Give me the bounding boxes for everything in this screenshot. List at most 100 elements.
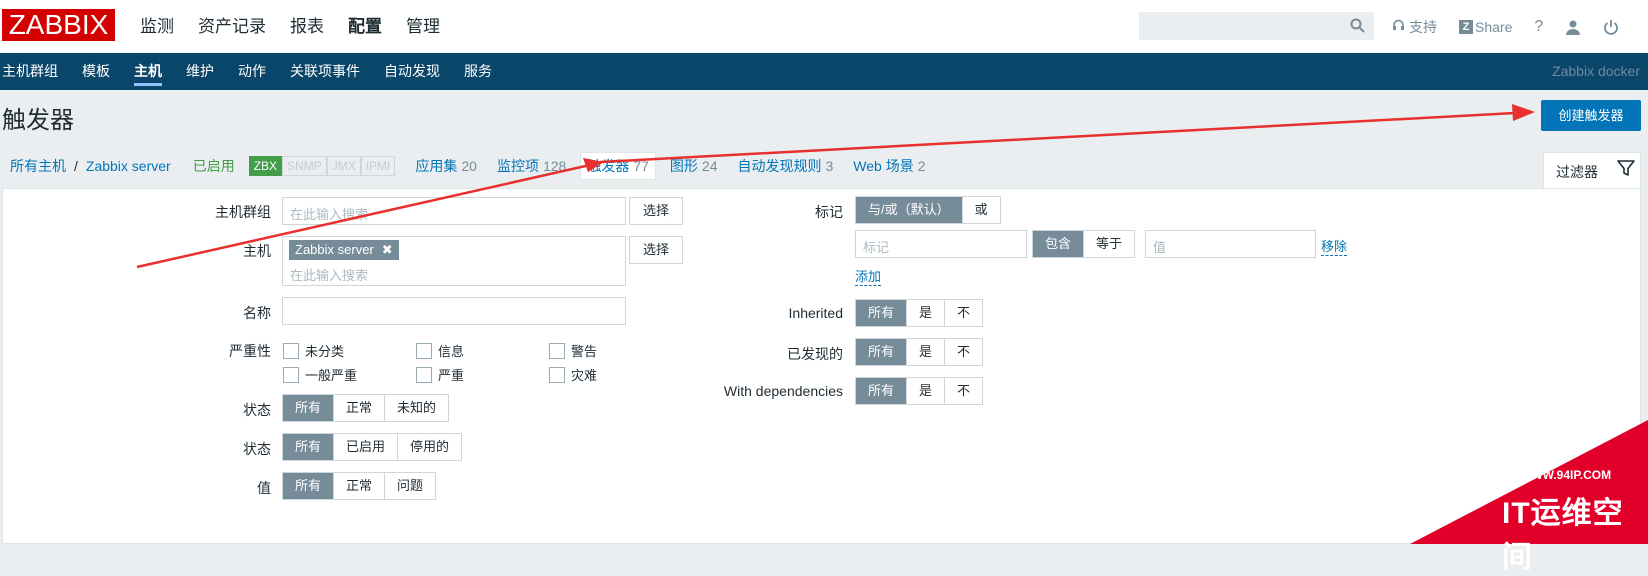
nav-applications[interactable]: 应用集 20 bbox=[415, 156, 477, 176]
host-group-label: 主机群组 bbox=[215, 204, 271, 220]
status-option-enabled[interactable]: 已启用 bbox=[334, 434, 399, 460]
discovered-option-all[interactable]: 所有 bbox=[856, 339, 908, 365]
severity-warning[interactable]: 警告 bbox=[549, 341, 597, 360]
severity-not-classified[interactable]: 未分类 bbox=[283, 341, 344, 360]
nav-discovery-rules-label: 自动发现规则 bbox=[737, 158, 822, 174]
nav-triggers[interactable]: 触发器 77 bbox=[580, 152, 656, 180]
menu-administration[interactable]: 管理 bbox=[406, 0, 440, 53]
severity-disaster[interactable]: 灾难 bbox=[549, 365, 597, 384]
discovered-option-no[interactable]: 不 bbox=[945, 339, 982, 365]
tag-add-link[interactable]: 添加 bbox=[855, 266, 882, 286]
checkbox-icon[interactable] bbox=[416, 342, 432, 359]
submenu-services[interactable]: 服务 bbox=[464, 53, 492, 90]
nav-items[interactable]: 监控项 128 bbox=[497, 156, 566, 176]
support-link[interactable]: 支持 bbox=[1392, 17, 1437, 37]
tag-name-placeholder: 标记 bbox=[863, 240, 890, 255]
checkbox-icon[interactable] bbox=[283, 366, 299, 383]
top-header: ZABBIX 监测 资产记录 报表 配置 管理 支持 Z Share ? bbox=[0, 0, 1648, 53]
submenu-discovery[interactable]: 自动发现 bbox=[384, 53, 440, 90]
nav-graphs[interactable]: 图形 24 bbox=[670, 156, 718, 176]
submenu-templates[interactable]: 模板 bbox=[82, 53, 110, 90]
nav-triggers-count: 77 bbox=[633, 158, 649, 174]
dependencies-option-all[interactable]: 所有 bbox=[856, 378, 908, 404]
severity-information[interactable]: 信息 bbox=[416, 341, 464, 360]
severity-average[interactable]: 一般严重 bbox=[283, 365, 357, 384]
status-radio-group: 所有 已启用 停用的 bbox=[282, 433, 463, 461]
share-link[interactable]: Z Share bbox=[1459, 19, 1512, 35]
inherited-option-yes[interactable]: 是 bbox=[907, 300, 946, 326]
menu-inventory[interactable]: 资产记录 bbox=[198, 0, 266, 53]
create-trigger-button[interactable]: 创建触发器 bbox=[1541, 100, 1641, 131]
nav-triggers-label: 触发器 bbox=[587, 158, 630, 174]
status-option-disabled[interactable]: 停用的 bbox=[398, 434, 461, 460]
menu-configuration[interactable]: 配置 bbox=[348, 0, 382, 53]
severity-information-label: 信息 bbox=[438, 344, 465, 359]
value-option-all[interactable]: 所有 bbox=[283, 473, 335, 499]
host-select-button[interactable]: 选择 bbox=[629, 236, 683, 264]
selected-host-chip: Zabbix server ✖ bbox=[289, 240, 399, 260]
state-radio-group: 所有 正常 未知的 bbox=[282, 394, 450, 422]
tags-eval-and-or[interactable]: 与/或（默认） bbox=[856, 197, 963, 223]
inherited-option-all[interactable]: 所有 bbox=[856, 300, 908, 326]
breadcrumb-all-hosts[interactable]: 所有主机 bbox=[10, 156, 66, 176]
jmx-badge: JMX bbox=[326, 156, 361, 176]
zabbix-logo[interactable]: ZABBIX bbox=[2, 9, 115, 41]
watermark-text: IT运维空间 bbox=[1502, 497, 1624, 574]
value-option-ok[interactable]: 正常 bbox=[334, 473, 386, 499]
menu-monitoring[interactable]: 监测 bbox=[140, 0, 174, 53]
submenu-hosts[interactable]: 主机 bbox=[134, 53, 162, 90]
dependencies-option-yes[interactable]: 是 bbox=[907, 378, 946, 404]
tag-op-contains[interactable]: 包含 bbox=[1033, 231, 1085, 257]
tag-remove-link[interactable]: 移除 bbox=[1321, 236, 1348, 256]
nav-web-scenarios[interactable]: Web 场景 2 bbox=[853, 156, 925, 176]
checkbox-icon[interactable] bbox=[283, 342, 299, 359]
global-search-input[interactable] bbox=[1139, 12, 1374, 40]
severity-average-label: 一般严重 bbox=[305, 368, 358, 383]
remove-chip-icon[interactable]: ✖ bbox=[382, 240, 393, 260]
help-link[interactable]: ? bbox=[1534, 18, 1543, 36]
host-status[interactable]: 已启用 bbox=[193, 156, 235, 176]
tags-eval-or[interactable]: 或 bbox=[963, 197, 1000, 223]
tag-op-equals[interactable]: 等于 bbox=[1084, 231, 1134, 257]
inherited-option-no[interactable]: 不 bbox=[945, 300, 982, 326]
checkbox-icon[interactable] bbox=[416, 366, 432, 383]
nav-items-label: 监控项 bbox=[496, 158, 539, 174]
tag-value-input[interactable]: 值 bbox=[1145, 230, 1316, 258]
state-option-all[interactable]: 所有 bbox=[283, 395, 335, 421]
availability-badges: ZBX SNMP JMX IPMI bbox=[248, 156, 396, 176]
host-group-select-button[interactable]: 选择 bbox=[629, 197, 683, 225]
user-profile-icon[interactable] bbox=[1565, 19, 1581, 35]
filter-tab-label: 过滤器 bbox=[1556, 164, 1598, 180]
tags-eval-radio-group: 与/或（默认） 或 bbox=[855, 196, 1001, 224]
arrow-head-icon bbox=[1512, 104, 1535, 121]
submenu-host-groups[interactable]: 主机群组 bbox=[2, 53, 58, 90]
sign-out-icon[interactable] bbox=[1603, 19, 1619, 35]
submenu-event-correlation[interactable]: 关联项事件 bbox=[290, 53, 360, 90]
discovered-option-yes[interactable]: 是 bbox=[907, 339, 946, 365]
host-multiselect[interactable]: Zabbix server ✖ 在此输入搜索 bbox=[282, 236, 626, 286]
filter-tab[interactable]: 过滤器 bbox=[1543, 152, 1641, 188]
name-input[interactable] bbox=[282, 297, 626, 325]
nav-discovery-rules[interactable]: 自动发现规则 3 bbox=[737, 156, 833, 176]
nav-discovery-rules-count: 3 bbox=[825, 158, 834, 174]
nav-applications-label: 应用集 bbox=[415, 158, 458, 174]
status-label: 状态 bbox=[243, 441, 271, 457]
dependencies-option-no[interactable]: 不 bbox=[945, 378, 982, 404]
breadcrumb-host[interactable]: Zabbix server bbox=[86, 158, 171, 174]
value-option-problem[interactable]: 问题 bbox=[385, 473, 435, 499]
discovered-label: 已发现的 bbox=[787, 346, 843, 362]
checkbox-icon[interactable] bbox=[549, 342, 565, 359]
state-option-unknown[interactable]: 未知的 bbox=[385, 395, 448, 421]
submenu-maintenance[interactable]: 维护 bbox=[186, 53, 214, 90]
filter-panel: 主机群组 在此输入搜索 选择 主机 Zabbix server ✖ 在此输入搜索… bbox=[2, 188, 1641, 544]
state-option-normal[interactable]: 正常 bbox=[334, 395, 386, 421]
menu-reports[interactable]: 报表 bbox=[290, 0, 324, 53]
status-option-all[interactable]: 所有 bbox=[283, 434, 335, 460]
submenu-actions[interactable]: 动作 bbox=[238, 53, 266, 90]
severity-high[interactable]: 严重 bbox=[416, 365, 464, 384]
checkbox-icon[interactable] bbox=[549, 366, 565, 383]
tag-name-input[interactable]: 标记 bbox=[855, 230, 1027, 258]
share-z-icon: Z bbox=[1459, 19, 1473, 34]
search-icon[interactable] bbox=[1350, 18, 1365, 37]
host-group-input[interactable]: 在此输入搜索 bbox=[282, 197, 626, 225]
